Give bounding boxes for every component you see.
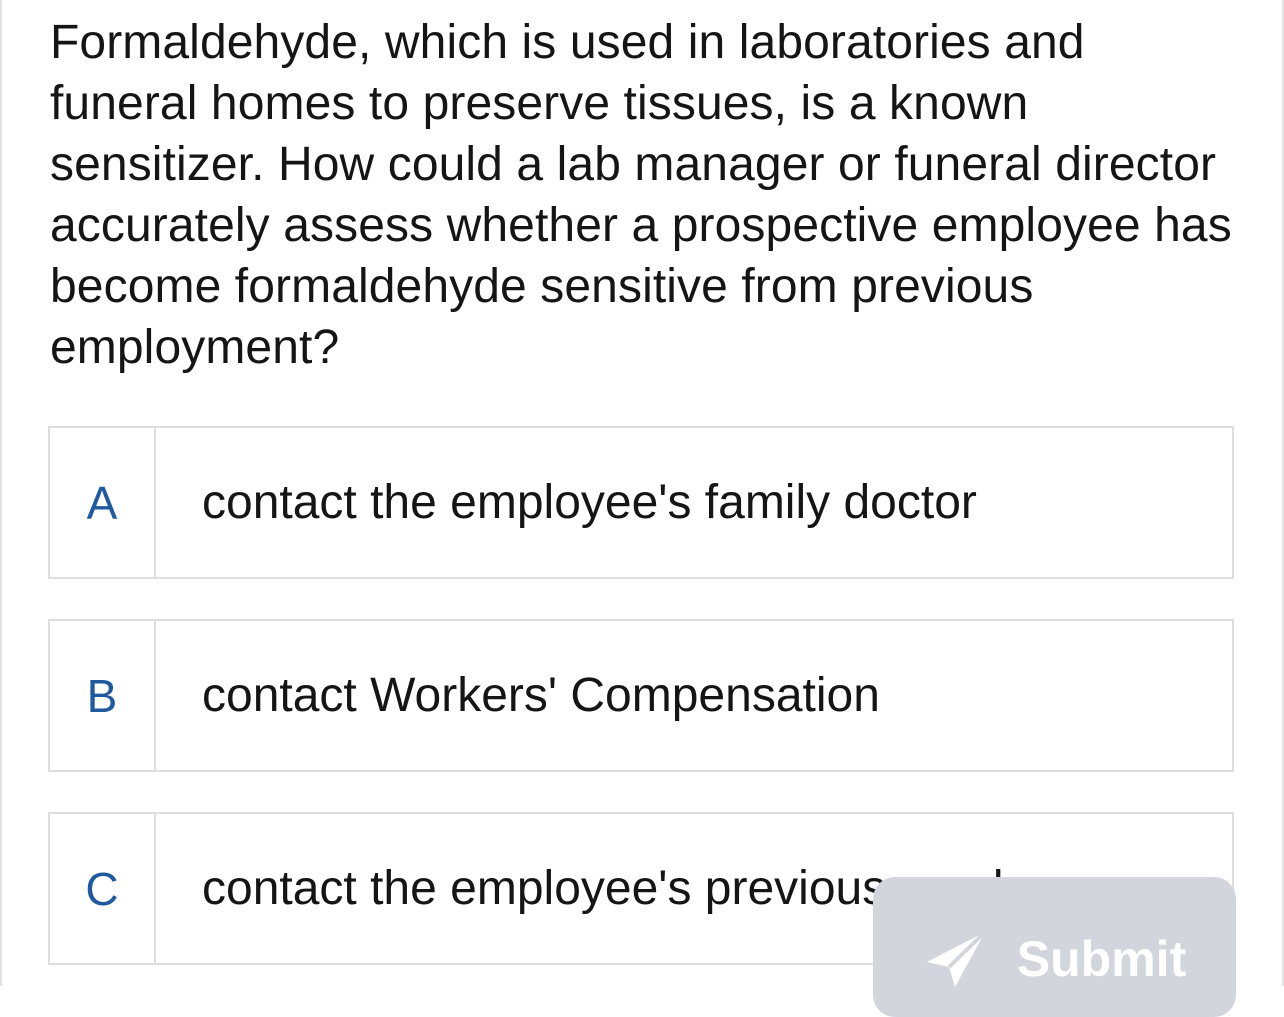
- option-letter: B: [50, 621, 156, 770]
- option-text: contact Workers' Compensation: [202, 669, 880, 722]
- left-edge-divider: [0, 0, 2, 986]
- option-letter: C: [50, 814, 156, 963]
- answer-option-a[interactable]: A contact the employee's family doctor: [48, 426, 1234, 579]
- paper-plane-icon: [926, 930, 987, 987]
- option-text: contact the employee's family doctor: [202, 476, 977, 529]
- submit-label: Submit: [1016, 931, 1187, 987]
- submit-button[interactable]: Submit: [873, 877, 1236, 1017]
- answer-option-b[interactable]: B contact Workers' Compensation: [48, 619, 1234, 772]
- question-text: Formaldehyde, which is used in laborator…: [50, 16, 1232, 374]
- option-letter: A: [50, 428, 156, 577]
